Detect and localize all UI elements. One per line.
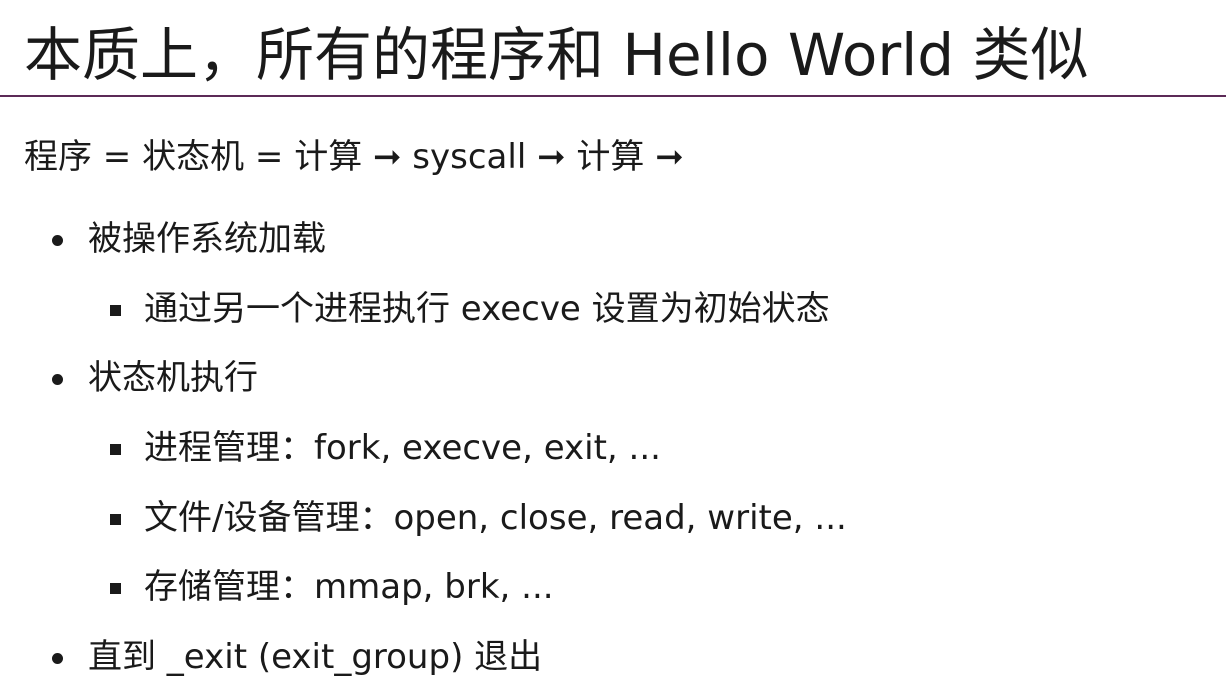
sub-bullet-text: 存储管理：mmap, brk, ... xyxy=(144,567,554,607)
bullet-text: 状态机执行 xyxy=(88,358,258,398)
slide-header: 本质上，所有的程序和 Hello World 类似 xyxy=(0,0,1226,97)
summary-line: 程序 = 状态机 = 计算 ➞ syscall ➞ 计算 ➞ xyxy=(24,137,684,177)
bullet-item: 被操作系统加载 xyxy=(52,218,326,260)
round-bullet-icon xyxy=(52,653,63,664)
bullet-text: 被操作系统加载 xyxy=(88,219,326,259)
square-bullet-icon xyxy=(110,514,121,525)
square-bullet-icon xyxy=(110,583,121,594)
sub-bullet-item: 文件/设备管理：open, close, read, write, ... xyxy=(110,497,847,539)
sub-bullet-item: 存储管理：mmap, brk, ... xyxy=(110,566,554,608)
sub-bullet-text: 文件/设备管理：open, close, read, write, ... xyxy=(144,498,847,538)
square-bullet-icon xyxy=(110,305,121,316)
sub-bullet-item: 通过另一个进程执行 execve 设置为初始状态 xyxy=(110,288,830,330)
bullet-text: 直到 _exit (exit_group) 退出 xyxy=(88,637,543,677)
bullet-item: 状态机执行 xyxy=(52,357,258,399)
round-bullet-icon xyxy=(52,235,63,246)
square-bullet-icon xyxy=(110,444,121,455)
sub-bullet-text: 进程管理：fork, execve, exit, ... xyxy=(144,428,661,468)
sub-bullet-text: 通过另一个进程执行 execve 设置为初始状态 xyxy=(144,289,830,329)
slide-title: 本质上，所有的程序和 Hello World 类似 xyxy=(24,21,1089,89)
sub-bullet-item: 进程管理：fork, execve, exit, ... xyxy=(110,427,661,469)
round-bullet-icon xyxy=(52,374,63,385)
bullet-item: 直到 _exit (exit_group) 退出 xyxy=(52,636,543,678)
